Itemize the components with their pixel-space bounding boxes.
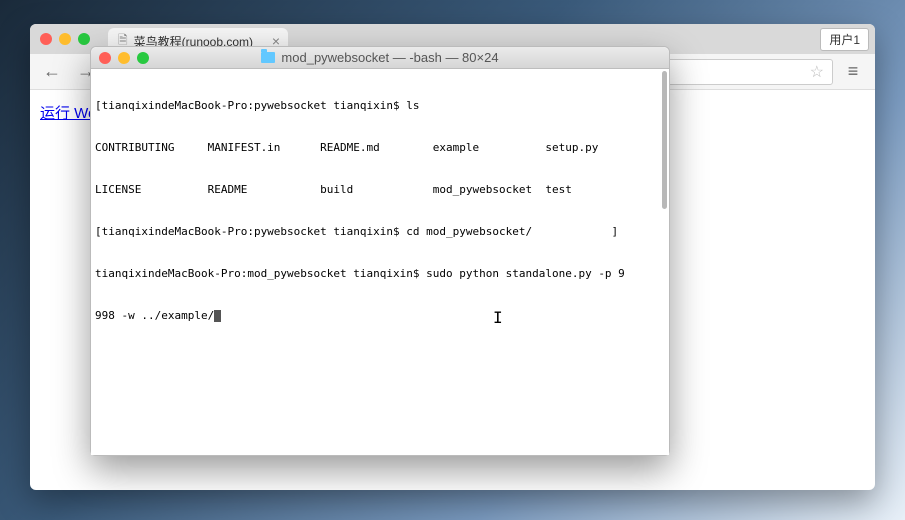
terminal-traffic-lights[interactable] (99, 52, 149, 64)
terminal-line: tianqixindeMacBook-Pro:mod_pywebsocket t… (95, 267, 665, 281)
zoom-icon[interactable] (137, 52, 149, 64)
terminal-line: CONTRIBUTING MANIFEST.in README.md examp… (95, 141, 665, 155)
close-icon[interactable] (99, 52, 111, 64)
maximize-window-icon[interactable] (78, 33, 90, 45)
browser-traffic-lights[interactable] (40, 33, 90, 45)
terminal-cursor (214, 310, 221, 322)
terminal-line: [tianqixindeMacBook-Pro:pywebsocket tian… (95, 225, 665, 239)
back-button[interactable]: ← (38, 59, 66, 85)
terminal-line: 998 -w ../example/ (95, 309, 665, 323)
folder-icon (261, 52, 275, 63)
minimize-window-icon[interactable] (59, 33, 71, 45)
terminal-body[interactable]: [tianqixindeMacBook-Pro:pywebsocket tian… (91, 69, 669, 455)
page-link[interactable]: 运行 We (40, 105, 96, 122)
terminal-scrollbar[interactable] (662, 71, 667, 209)
terminal-window[interactable]: mod_pywebsocket — -bash — 80×24 [tianqix… (90, 46, 670, 456)
close-window-icon[interactable] (40, 33, 52, 45)
minimize-icon[interactable] (118, 52, 130, 64)
text-caret-icon: I (493, 311, 503, 325)
menu-button[interactable]: ≡ (839, 61, 867, 82)
terminal-titlebar[interactable]: mod_pywebsocket — -bash — 80×24 (91, 47, 669, 69)
terminal-line: LICENSE README build mod_pywebsocket tes… (95, 183, 665, 197)
terminal-line: [tianqixindeMacBook-Pro:pywebsocket tian… (95, 99, 665, 113)
bookmark-star-icon[interactable]: ☆ (810, 62, 824, 82)
terminal-title-text: mod_pywebsocket — -bash — 80×24 (281, 50, 498, 65)
terminal-title: mod_pywebsocket — -bash — 80×24 (91, 50, 669, 65)
user-badge[interactable]: 用户1 (820, 28, 869, 51)
